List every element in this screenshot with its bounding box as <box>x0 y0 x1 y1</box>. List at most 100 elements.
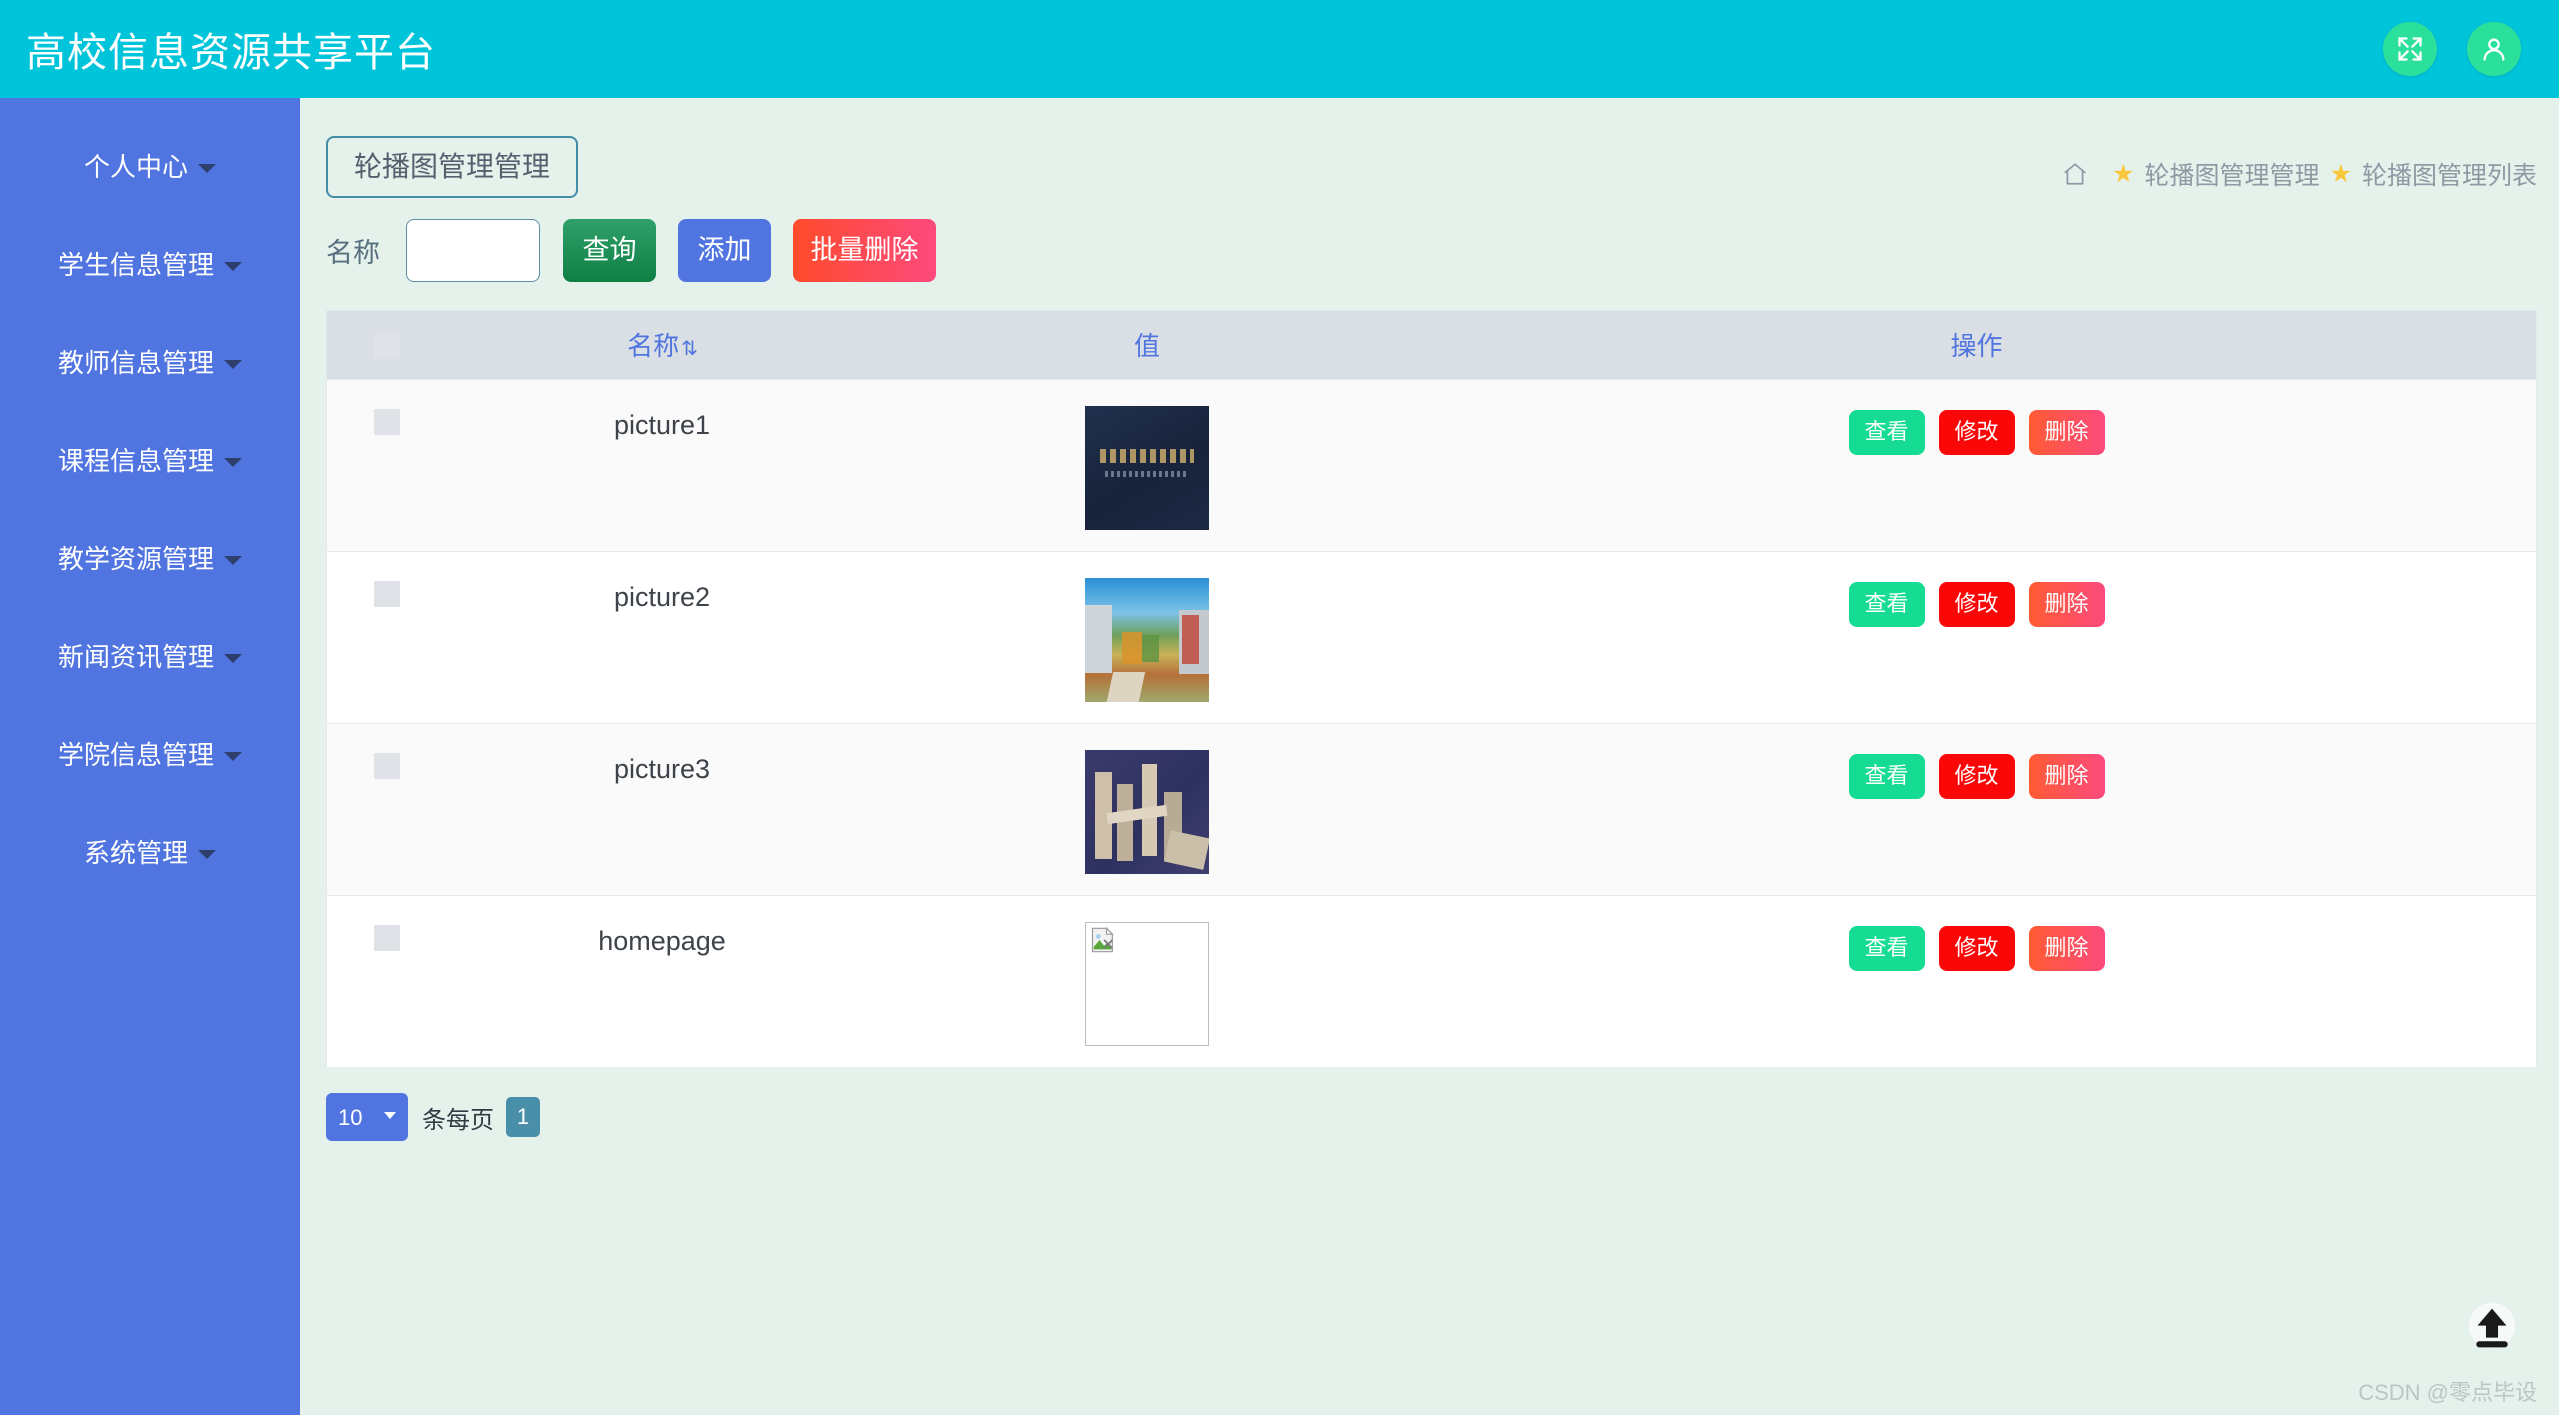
view-button[interactable]: 查看 <box>1848 753 1925 799</box>
sidebar-item-student-info[interactable]: 学生信息管理 <box>0 214 300 312</box>
sidebar-item-label: 学生信息管理 <box>57 249 214 280</box>
carousel-thumbnail-image[interactable] <box>1085 749 1209 874</box>
sidebar-item-course-info[interactable]: 课程信息管理 <box>0 410 300 508</box>
star-icon: ★ <box>2112 159 2135 188</box>
column-header-name-label: 名称 <box>627 331 680 362</box>
table-row: homepage 查看 修改 删除 <box>327 895 2536 1067</box>
sidebar-item-label: 学院信息管理 <box>57 739 214 770</box>
edit-button[interactable]: 修改 <box>1938 753 2015 799</box>
search-field-label: 名称 <box>326 237 380 268</box>
sidebar-item-label: 教师信息管理 <box>57 347 214 378</box>
query-button[interactable]: 查询 <box>563 218 656 282</box>
sidebar-item-news-info[interactable]: 新闻资讯管理 <box>0 606 300 704</box>
home-icon[interactable] <box>2062 161 2088 187</box>
row-name-cell: homepage <box>598 925 726 956</box>
carousel-thumbnail-image[interactable] <box>1085 405 1209 530</box>
user-profile-button[interactable] <box>2467 22 2521 76</box>
sort-toggle-icon[interactable]: ⇅ <box>681 339 698 359</box>
page-size-select-wrap: 10 <box>326 1093 408 1141</box>
page-header-strip: 轮播图管理管理 ★ 轮播图管理管理 ★ 轮播图管理列表 <box>300 98 2559 204</box>
row-action-group: 查看 修改 删除 <box>1417 578 2536 627</box>
page-number-button[interactable]: 1 <box>506 1097 540 1137</box>
row-operations-cell: 查看 修改 删除 <box>1417 723 2536 895</box>
batch-delete-button[interactable]: 批量删除 <box>793 218 936 282</box>
sidebar-item-label: 课程信息管理 <box>57 445 214 476</box>
sidebar-item-system-management[interactable]: 系统管理 <box>0 802 300 900</box>
chevron-down-icon <box>224 555 242 565</box>
sidebar-item-label: 新闻资讯管理 <box>57 641 214 672</box>
row-select-cell <box>327 723 447 895</box>
delete-button[interactable]: 删除 <box>2028 409 2105 455</box>
view-button[interactable]: 查看 <box>1848 581 1925 627</box>
page-size-select[interactable]: 10 <box>326 1093 408 1141</box>
breadcrumb-item-1[interactable]: 轮播图管理管理 <box>2145 156 2320 192</box>
per-page-label: 条每页 <box>422 1106 494 1134</box>
row-value-cell <box>877 551 1417 723</box>
view-button[interactable]: 查看 <box>1848 925 1925 971</box>
sidebar-items: 个人中心 学生信息管理 教师信息管理 课程信息管理 教学资源管理 新闻资讯管理 … <box>0 98 300 900</box>
table-header: 名称 ⇅ 值 操作 <box>327 311 2536 379</box>
row-checkbox[interactable] <box>374 581 400 608</box>
carousel-data-table: 名称 ⇅ 值 操作 picture1 查看 修改 删除 picture2 查看 … <box>327 311 2536 1067</box>
delete-button[interactable]: 删除 <box>2028 753 2105 799</box>
chevron-down-icon <box>198 163 216 173</box>
add-button[interactable]: 添加 <box>678 218 771 282</box>
delete-button[interactable]: 删除 <box>2028 925 2105 971</box>
breadcrumb-item-2[interactable]: 轮播图管理列表 <box>2362 156 2537 192</box>
data-table-container: 名称 ⇅ 值 操作 picture1 查看 修改 删除 picture2 查看 … <box>326 310 2537 1067</box>
delete-button[interactable]: 删除 <box>2028 581 2105 627</box>
filter-toolbar: 名称 查询 添加 批量删除 <box>300 204 2559 296</box>
arrow-up-icon <box>2469 1302 2515 1349</box>
row-name-cell: picture3 <box>613 753 711 784</box>
pagination-bar: 10 条每页 1 <box>326 1093 2559 1141</box>
carousel-thumbnail-image[interactable] <box>1085 577 1209 702</box>
chevron-down-icon <box>224 261 242 271</box>
edit-button[interactable]: 修改 <box>1938 925 2015 971</box>
sidebar-item-teaching-resource[interactable]: 教学资源管理 <box>0 508 300 606</box>
sidebar-nav: 个人中心 学生信息管理 教师信息管理 课程信息管理 教学资源管理 新闻资讯管理 … <box>0 98 300 1415</box>
app-header: 高校信息资源共享平台 <box>0 0 2559 98</box>
sidebar-item-label: 系统管理 <box>83 837 188 868</box>
table-row: picture3 查看 修改 删除 <box>327 723 2536 895</box>
page-title-tab[interactable]: 轮播图管理管理 <box>326 136 579 198</box>
column-header-name[interactable]: 名称 ⇅ <box>447 311 877 379</box>
fullscreen-button[interactable] <box>2383 22 2437 76</box>
row-checkbox[interactable] <box>374 409 400 436</box>
main-content: 轮播图管理管理 ★ 轮播图管理管理 ★ 轮播图管理列表 名称 查询 添加 批量删… <box>300 98 2559 1415</box>
row-action-group: 查看 修改 删除 <box>1417 750 2536 799</box>
column-header-value: 值 <box>877 311 1417 379</box>
chevron-down-icon <box>224 653 242 663</box>
row-select-cell <box>327 895 447 1067</box>
row-name-cell: picture1 <box>613 409 711 440</box>
edit-button[interactable]: 修改 <box>1938 409 2015 455</box>
row-value-cell <box>877 895 1417 1067</box>
sidebar-item-teacher-info[interactable]: 教师信息管理 <box>0 312 300 410</box>
star-icon: ★ <box>2329 159 2352 188</box>
edit-button[interactable]: 修改 <box>1938 581 2015 627</box>
row-select-cell <box>327 551 447 723</box>
sidebar-item-label: 教学资源管理 <box>57 543 214 574</box>
sidebar-item-label: 个人中心 <box>83 151 188 182</box>
row-value-cell <box>877 723 1417 895</box>
app-title: 高校信息资源共享平台 <box>26 31 436 75</box>
chevron-down-icon <box>224 751 242 761</box>
row-checkbox[interactable] <box>374 925 400 952</box>
broken-image-placeholder[interactable] <box>1085 921 1209 1046</box>
header-actions <box>2383 22 2521 76</box>
fullscreen-expand-icon <box>2396 35 2424 63</box>
view-button[interactable]: 查看 <box>1848 409 1925 455</box>
row-action-group: 查看 修改 删除 <box>1417 406 2536 455</box>
chevron-down-icon <box>198 849 216 859</box>
row-operations-cell: 查看 修改 删除 <box>1417 551 2536 723</box>
table-row: picture2 查看 修改 删除 <box>327 551 2536 723</box>
sidebar-item-personal-center[interactable]: 个人中心 <box>0 116 300 214</box>
row-operations-cell: 查看 修改 删除 <box>1417 895 2536 1067</box>
table-body: picture1 查看 修改 删除 picture2 查看 修改 删除 pict… <box>327 379 2536 1067</box>
search-input[interactable] <box>406 218 540 282</box>
user-avatar-icon <box>2480 35 2508 63</box>
back-to-top-button[interactable] <box>2463 1299 2521 1357</box>
sidebar-item-college-info[interactable]: 学院信息管理 <box>0 704 300 802</box>
select-all-checkbox[interactable] <box>374 333 400 360</box>
row-checkbox[interactable] <box>374 753 400 780</box>
row-name-cell: picture2 <box>613 581 711 612</box>
